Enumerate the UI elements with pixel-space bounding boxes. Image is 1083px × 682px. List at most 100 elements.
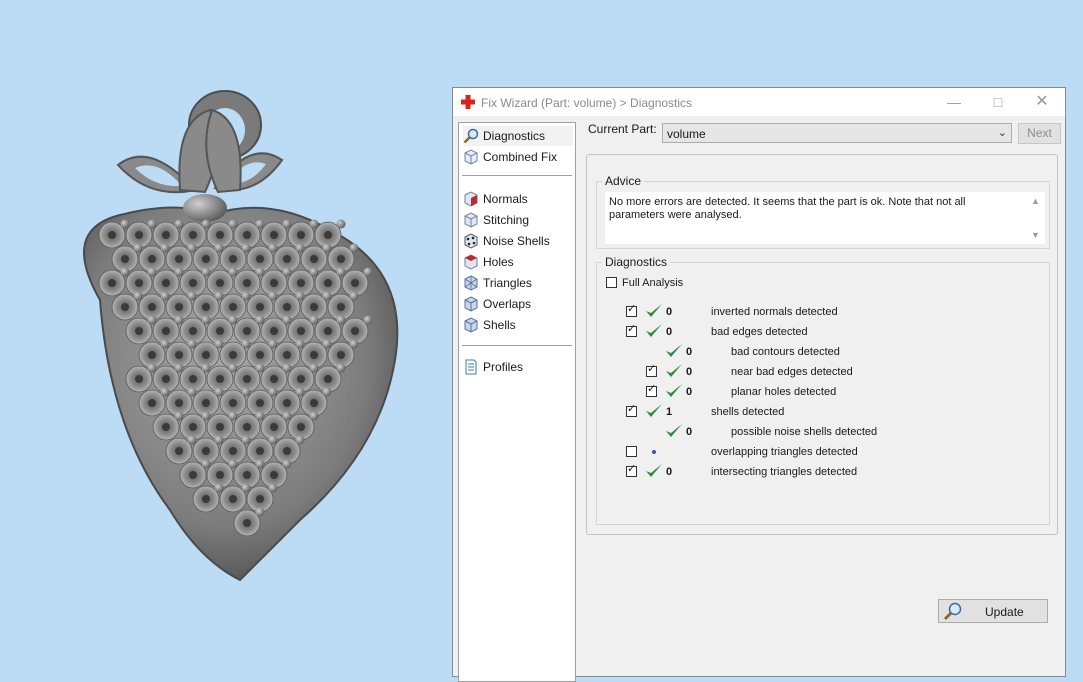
diagnostic-count: 0 — [686, 426, 693, 438]
green-check-icon — [666, 384, 682, 397]
diagnostic-checkbox[interactable]: ✓ — [646, 383, 657, 397]
normals-cube-icon — [464, 191, 478, 207]
nav-label: Normals — [483, 192, 528, 206]
advice-textbox: No more errors are detected. It seems th… — [605, 192, 1045, 244]
diagnostic-count: 0 — [686, 386, 693, 398]
nav-label: Overlaps — [483, 297, 532, 311]
checkmark-icon: ✓ — [647, 363, 657, 375]
nav-item-overlaps[interactable]: Overlaps — [463, 294, 573, 314]
3d-viewport[interactable] — [0, 0, 452, 664]
diagnostics-title: Diagnostics — [602, 255, 671, 269]
diagnostic-checkbox[interactable]: ✓ — [626, 403, 637, 417]
wizard-step-list: Diagnostics Combined Fix Normals Stitchi… — [458, 122, 576, 682]
heart-pendant-model — [83, 90, 399, 582]
nav-item-profiles[interactable]: Profiles — [463, 357, 573, 377]
magnifier-icon — [463, 128, 479, 144]
nav-item-diagnostics[interactable]: Diagnostics — [463, 126, 573, 146]
nav-label: Triangles — [483, 276, 532, 290]
nav-label: Shells — [483, 318, 516, 332]
diagnostic-checkbox[interactable] — [626, 446, 637, 457]
shells-cube-icon — [464, 317, 478, 333]
update-button[interactable]: Update — [938, 599, 1048, 623]
diagnostic-label: inverted normals detected — [711, 306, 838, 318]
cube-icon — [464, 149, 478, 165]
checkmark-icon: ✓ — [627, 463, 637, 475]
not-analysed-bullet-icon — [652, 450, 656, 454]
nav-divider — [462, 175, 572, 176]
diagnostic-count: 0 — [666, 326, 673, 338]
stitching-cube-icon — [464, 212, 478, 228]
full-analysis-label: Full Analysis — [622, 277, 684, 289]
diagnostic-checkbox[interactable]: ✓ — [646, 363, 657, 377]
diagnostic-label: overlapping triangles detected — [711, 446, 858, 458]
checkmark-icon: ✓ — [627, 323, 637, 335]
diagnostic-label: near bad edges detected — [731, 366, 853, 378]
close-icon[interactable]: ✕ — [1019, 88, 1065, 116]
nav-label: Diagnostics — [483, 129, 546, 143]
diagnostic-count: 0 — [666, 466, 673, 478]
green-check-icon — [666, 344, 682, 357]
diagnostic-checkbox[interactable]: ✓ — [626, 303, 637, 317]
green-check-icon — [646, 464, 662, 477]
advice-group: Advice No more errors are detected. It s… — [596, 174, 1050, 249]
full-analysis-checkbox[interactable] — [606, 277, 617, 288]
diagnostics-group: Diagnostics Full Analysis ✓ 0 inverted nor… — [596, 255, 1050, 623]
diagnostic-label: bad edges detected — [711, 326, 808, 338]
window-title: Fix Wizard (Part: volume) > Diagnostics — [481, 96, 693, 110]
current-part-label: Current Part: — [588, 122, 657, 136]
update-label: Update — [985, 605, 1024, 619]
nav-item-holes[interactable]: Holes — [463, 252, 573, 272]
nav-item-normals[interactable]: Normals — [463, 189, 573, 209]
green-check-icon — [646, 304, 662, 317]
nav-label: Stitching — [483, 213, 530, 227]
nav-label: Profiles — [483, 360, 524, 374]
nav-item-triangles[interactable]: Triangles — [463, 273, 573, 293]
diagnostic-count: 0 — [666, 306, 673, 318]
checkmark-icon: ✓ — [647, 383, 657, 395]
diagnostic-count: 1 — [666, 406, 673, 418]
maximize-icon[interactable]: □ — [975, 88, 1021, 116]
current-part-value: volume — [667, 127, 706, 141]
nav-label: Holes — [483, 255, 514, 269]
diagnostic-label: possible noise shells detected — [731, 426, 878, 438]
diagnostic-label: shells detected — [711, 406, 785, 418]
overlaps-cube-icon — [464, 296, 478, 312]
checkmark-icon: ✓ — [627, 303, 637, 315]
diagnostic-label: intersecting triangles detected — [711, 466, 858, 478]
green-check-icon — [666, 424, 682, 437]
advice-scrollbar[interactable]: ▲ ▼ — [1029, 194, 1043, 242]
nav-divider — [462, 345, 572, 346]
magnifier-icon — [943, 602, 962, 621]
noise-shells-icon — [464, 233, 478, 249]
nav-item-noise-shells[interactable]: Noise Shells — [463, 231, 573, 251]
document-icon — [465, 359, 477, 375]
red-cross-icon — [461, 95, 475, 109]
nav-item-stitching[interactable]: Stitching — [463, 210, 573, 230]
diagnostic-count: 0 — [686, 366, 693, 378]
checkmark-icon: ✓ — [627, 403, 637, 415]
title-bar: Fix Wizard (Part: volume) > Diagnostics … — [453, 88, 1065, 116]
nav-item-shells[interactable]: Shells — [463, 315, 573, 335]
advice-text: No more errors are detected. It seems th… — [609, 196, 966, 221]
current-part-select[interactable]: volume ⌄ — [662, 123, 1012, 143]
advice-title: Advice — [602, 174, 645, 188]
triangles-cube-icon — [464, 275, 478, 291]
nav-item-combined-fix[interactable]: Combined Fix — [463, 147, 573, 167]
green-check-icon — [646, 324, 662, 337]
green-check-icon — [666, 364, 682, 377]
diagnostic-checkbox[interactable]: ✓ — [626, 323, 637, 337]
next-button[interactable]: Next — [1018, 123, 1061, 144]
scroll-up-icon[interactable]: ▲ — [1031, 196, 1040, 206]
diagnostic-label: planar holes detected — [731, 386, 837, 398]
minimize-icon[interactable]: — — [931, 88, 977, 116]
green-check-icon — [646, 404, 662, 417]
nav-label: Combined Fix — [483, 150, 558, 164]
diagnostic-count: 0 — [686, 346, 693, 358]
diagnostic-label: bad contours detected — [731, 346, 840, 358]
scroll-down-icon[interactable]: ▼ — [1031, 230, 1040, 240]
chevron-down-icon: ⌄ — [997, 127, 1007, 139]
fix-wizard-window: Fix Wizard (Part: volume) > Diagnostics … — [452, 87, 1066, 682]
diagnostic-checkbox[interactable]: ✓ — [626, 463, 637, 477]
diagnostics-panel: Advice No more errors are detected. It s… — [586, 154, 1058, 623]
nav-label: Noise Shells — [483, 234, 550, 248]
